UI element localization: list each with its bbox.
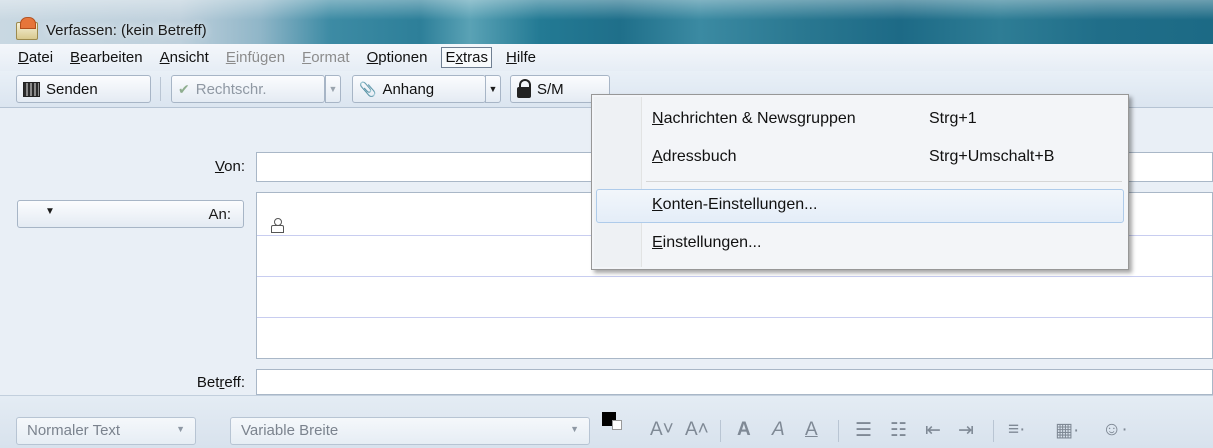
chevron-down-icon: ▼ (45, 206, 55, 217)
address-row-divider (257, 276, 1212, 277)
menu-item-nachrichten-newsgruppen[interactable]: Nachrichten & Newsgruppen Strg+1 (596, 103, 1124, 137)
format-toolbar: Normaler Text ▼ Variable Breite ▼ A˅ A˄ … (0, 395, 1213, 448)
toolbar-separator (838, 420, 839, 442)
toolbar-separator (160, 77, 161, 101)
bullet-list-icon[interactable]: ☰ (855, 419, 872, 442)
attach-dropdown[interactable]: ▼ (485, 75, 501, 103)
indent-icon[interactable]: ⇥ (958, 419, 974, 442)
checkmark-icon: ✔ (178, 80, 190, 97)
title-bar: Verfassen: (kein Betreff) (0, 0, 1213, 44)
menu-ansicht[interactable]: Ansicht (157, 47, 212, 68)
menu-item-konten-einstellungen[interactable]: Konten-Einstellungen... (596, 189, 1124, 223)
paperclip-icon: 📎 (359, 80, 377, 97)
menu-bar: Datei Bearbeiten Ansicht Einfügen Format… (0, 44, 1213, 71)
chevron-down-icon: ▼ (176, 424, 185, 434)
recipient-type-select[interactable]: ▼ An: (17, 200, 244, 228)
chevron-down-icon: ▼ (570, 424, 579, 434)
numbered-list-icon[interactable]: ☷ (890, 419, 907, 442)
shortcut-label: Strg+Umschalt+B (929, 148, 1055, 165)
italic-icon[interactable]: A (772, 419, 785, 441)
spellcheck-dropdown[interactable]: ▼ (325, 75, 341, 103)
extras-menu: Nachrichten & Newsgruppen Strg+1 Adressb… (591, 94, 1129, 270)
shortcut-label: Strg+1 (929, 110, 977, 127)
send-icon (23, 81, 40, 97)
person-icon (271, 218, 284, 233)
menu-bearbeiten[interactable]: Bearbeiten (67, 47, 146, 68)
underline-icon[interactable]: A (805, 419, 818, 441)
menu-einfuegen[interactable]: Einfügen (223, 47, 288, 68)
send-button[interactable]: Senden (16, 75, 151, 103)
address-row-divider (257, 317, 1212, 318)
menu-optionen[interactable]: Optionen (364, 47, 431, 68)
attach-button[interactable]: 📎 Anhang (352, 75, 486, 103)
menu-separator (646, 181, 1122, 182)
compose-window-icon (16, 17, 38, 40)
subject-input[interactable] (256, 369, 1213, 395)
from-label: Von: (214, 158, 245, 175)
menu-format[interactable]: Format (299, 47, 353, 68)
larger-font-icon[interactable]: A˄ (685, 419, 709, 441)
subject-label: Betreff: (196, 374, 245, 391)
menu-item-adressbuch[interactable]: Adressbuch Strg+Umschalt+B (596, 141, 1124, 175)
align-icon[interactable]: ≡· (1008, 419, 1025, 441)
lock-icon (517, 78, 531, 98)
spellcheck-button[interactable]: ✔ Rechtschr. (171, 75, 325, 103)
background-color-picker[interactable] (612, 420, 622, 430)
smiley-icon[interactable]: ☺· (1102, 419, 1128, 441)
font-select[interactable]: Variable Breite ▼ (230, 417, 590, 445)
bold-icon[interactable]: A (737, 419, 751, 441)
paragraph-format-select[interactable]: Normaler Text ▼ (16, 417, 196, 445)
window-title: Verfassen: (kein Betreff) (46, 22, 207, 39)
menu-extras[interactable]: Extras (441, 47, 492, 68)
toolbar-separator (720, 420, 721, 442)
smaller-font-icon[interactable]: A˅ (650, 419, 674, 441)
menu-datei[interactable]: Datei (15, 47, 56, 68)
toolbar-separator (993, 420, 994, 442)
menu-hilfe[interactable]: Hilfe (503, 47, 539, 68)
outdent-icon[interactable]: ⇤ (925, 419, 941, 442)
insert-icon[interactable]: ▦· (1055, 419, 1079, 442)
menu-item-einstellungen[interactable]: Einstellungen... (596, 227, 1124, 261)
